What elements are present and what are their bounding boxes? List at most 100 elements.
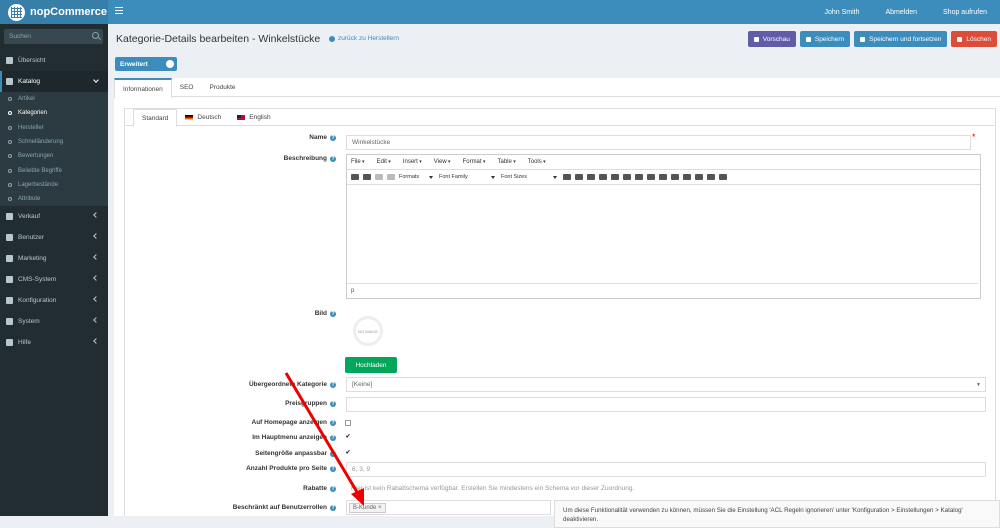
sidebar-subitem-stock[interactable]: Lagerbestände [0,178,108,192]
editor-menu-file[interactable]: File [351,159,365,165]
sidebar-item-catalog[interactable]: Katalog [0,71,108,92]
floppy-icon [860,36,866,42]
sidebar-subitem-search-terms[interactable]: Beliebte Begriffe [0,163,108,177]
editor-menu-view[interactable]: View [434,159,451,165]
sidebar-subitem-categories[interactable]: Kategorien [0,106,108,120]
sidebar-subitem-products[interactable]: Artikel [0,92,108,106]
role-tag[interactable]: B-Kunde × [349,502,386,513]
menu-toggle-icon[interactable] [115,7,123,14]
rtl-icon[interactable] [363,174,371,180]
sidebar-item-dashboard[interactable]: Übersicht [0,50,108,71]
sidebar-item-label: Benutzer [18,234,45,242]
sidebar-subitem-reviews[interactable]: Bewertungen [0,149,108,163]
numbered-list-icon[interactable] [671,174,679,180]
page-size-options-input[interactable]: 6, 3, 9 [346,462,986,477]
description-editor[interactable]: File Edit Insert View Format Table Tools… [346,154,981,299]
editor-menu-table[interactable]: Table [497,159,515,165]
editor-menu-insert[interactable]: Insert [403,159,422,165]
background-color-icon[interactable] [599,174,607,180]
circle-icon [8,168,12,173]
sidebar-item-help[interactable]: Hilfe [0,332,108,353]
show-on-homepage-checkbox[interactable] [345,420,351,426]
arrow-circle-left-icon [329,35,335,42]
sidebar-subitem-label: Kategorien [18,110,48,117]
floppy-icon [805,36,811,42]
preview-button[interactable]: Vorschau [747,31,796,47]
allow-page-size-checkbox[interactable]: ✔ [345,450,351,457]
sidebar-item-cms[interactable]: CMS-System [0,269,108,290]
ltr-icon[interactable] [351,174,359,180]
search-icon[interactable] [92,32,99,39]
sidebar-subitem-label: Attribute [18,196,41,203]
sidebar-item-sales[interactable]: Verkauf [0,206,108,227]
name-input[interactable]: Winkelstücke [346,135,971,150]
tab-products[interactable]: Produkte [201,78,243,96]
bullet-list-icon[interactable] [659,174,667,180]
text-color-icon[interactable] [587,174,595,180]
sidebar-item-marketing[interactable]: Marketing [0,248,108,269]
italic-icon[interactable] [575,174,583,180]
user-link[interactable]: John Smith [811,9,872,16]
circle-icon [8,125,12,130]
advanced-toggle[interactable]: Erweitert [115,57,177,71]
visit-shop-link[interactable]: Shop aufrufen [930,9,1000,16]
undo-icon[interactable] [375,174,383,180]
customer-roles-select[interactable]: B-Kunde × [346,500,551,515]
cube-icon [6,318,13,326]
circle-icon [8,140,12,145]
save-button[interactable]: Speichern [799,31,851,47]
sidebar-item-label: Hilfe [18,339,32,347]
price-ranges-input[interactable] [346,397,986,412]
save-continue-button[interactable]: Speichern und fortsetzen [854,31,948,47]
back-link[interactable]: zurück zu Herstellern [329,35,399,42]
align-center-icon[interactable] [623,174,631,180]
sidebar-subitem-bulk-edit[interactable]: Schnelländerung [0,135,108,149]
indent-icon[interactable] [695,174,703,180]
include-in-menu-checkbox[interactable]: ✔ [345,434,351,441]
discounts-notice: Hier ist kein Rabattschema verfügbar. Er… [346,481,986,496]
delete-button[interactable]: Löschen [951,31,997,47]
editor-menubar: File Edit Insert View Format Table Tools [347,155,980,170]
save-continue-label: Speichern und fortsetzen [869,35,942,43]
logo[interactable]: nopCommerce [0,0,108,24]
formats-select[interactable]: Formats [399,173,435,182]
sidebar-item-configuration[interactable]: Konfiguration [0,290,108,311]
editor-statusbar: p [347,283,978,298]
link-icon[interactable] [707,174,715,180]
align-left-icon[interactable] [611,174,619,180]
sidebar-item-label: Marketing [18,255,47,263]
tab-info[interactable]: Informationen [114,78,172,98]
align-right-icon[interactable] [635,174,643,180]
trash-icon [957,36,963,42]
sidebar-subitem-attributes[interactable]: Attribute [0,192,108,206]
editor-menu-edit[interactable]: Edit [377,159,391,165]
editor-menu-format[interactable]: Format [463,159,486,165]
main-tabs: Informationen SEO Produkte [114,78,1000,98]
sidebar-subitem-manufacturers[interactable]: Hersteller [0,121,108,135]
editor-content-area[interactable] [347,185,978,283]
font-size-select[interactable]: Font Sizes [501,173,559,182]
outdent-icon[interactable] [683,174,691,180]
redo-icon[interactable] [387,174,395,180]
book-icon [6,78,13,85]
sidebar-subitem-label: Beliebte Begriffe [18,167,62,174]
bold-icon[interactable] [563,174,571,180]
sidebar-search-input[interactable]: Suchen [4,29,103,44]
tab-seo[interactable]: SEO [172,78,202,96]
editor-menu-tools[interactable]: Tools [528,159,546,165]
parent-category-select[interactable]: [Keine] ▼ [346,377,986,392]
font-family-select[interactable]: Font Family [439,173,497,182]
logo-icon [8,3,25,21]
upload-button[interactable]: Hochladen [345,357,397,373]
chevron-left-icon [93,254,99,261]
sidebar-subitem-label: Lagerbestände [18,181,59,188]
sidebar-item-customers[interactable]: Benutzer [0,227,108,248]
sidebar-item-label: Konfiguration [18,297,57,305]
sidebar-item-system[interactable]: System [0,311,108,332]
no-image-placeholder: NO IMAGE [353,316,383,346]
circle-icon [8,197,12,202]
toggle-knob [166,60,174,68]
logout-link[interactable]: Abmelden [872,9,930,16]
image-icon[interactable] [719,174,727,180]
align-justify-icon[interactable] [647,174,655,180]
